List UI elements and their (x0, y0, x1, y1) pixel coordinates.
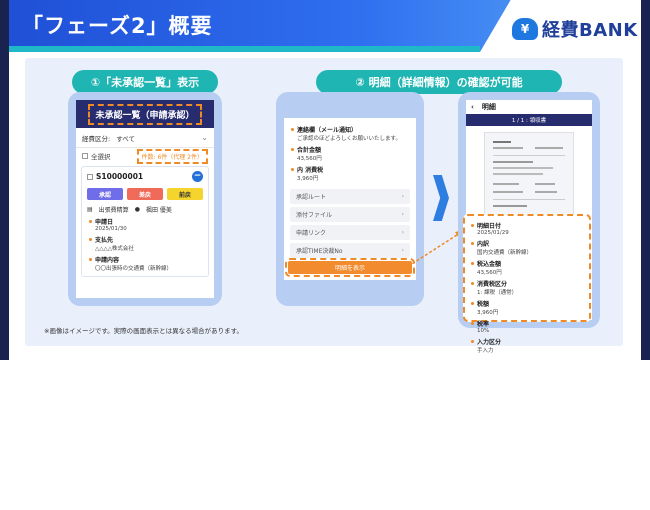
approval-route-link[interactable]: 承認ルート › (290, 189, 410, 204)
application-card[interactable]: S10000001 − 承認 差戻 前戻 ▤ 出張費精算 ● 楓田 優美 申請日… (81, 166, 209, 277)
header-accent-stripe (0, 46, 480, 52)
field-value: 43,560円 (297, 156, 322, 162)
card-meta: ▤ 出張費精算 ● 楓田 優美 (87, 205, 203, 214)
field-label: 入力区分 (477, 339, 502, 346)
field-label: 税込金額 (477, 261, 502, 268)
field-value: ご承認のほどよろしくお願いいたします。 (297, 136, 401, 142)
action-buttons: 承認 差戻 前戻 (87, 188, 203, 200)
page-indicator: 1 / 1 : 領収書 (466, 114, 592, 126)
attachment-link[interactable]: 添付ファイル › (290, 207, 410, 222)
person-icon: ● (134, 206, 140, 213)
slide: 「フェーズ2」概要 ¥ 経費BANK ①「未承認一覧」表示 ② 明細（詳細情報）… (0, 0, 650, 360)
field-value: 43,560円 (477, 270, 502, 276)
frame-right (641, 0, 650, 360)
field-item: 合計金額 43,560円 (289, 145, 411, 162)
select-all-checkbox[interactable] (82, 153, 88, 159)
back-icon[interactable]: ‹ (471, 103, 474, 111)
step2-label: ② 明細（詳細情報）の確認が可能 (316, 70, 562, 94)
select-all-label: 全選択 (91, 153, 111, 161)
field-label: 消費税区分 (477, 281, 508, 288)
filter-label: 経費区分: (82, 134, 111, 143)
document-icon: ▤ (87, 206, 93, 213)
reject-button[interactable]: 差戻 (127, 188, 163, 200)
field-item: 申請日 2025/01/30 (87, 217, 203, 232)
field-item: 税率 10% (469, 319, 585, 334)
count-badge: 件数: 6件（代理 2件） (136, 148, 208, 164)
phone-unapproved-list: 未承認一覧（申請承認） 経費区分: すべて ⌄ 全選択 件数: 6件（代理 2件… (68, 92, 222, 306)
approve-button[interactable]: 承認 (87, 188, 123, 200)
field-value: 3,960円 (297, 176, 319, 182)
frame-left (0, 0, 9, 360)
field-label: 合計金額 (297, 147, 322, 154)
chevron-right-icon: › (401, 211, 404, 218)
decision-no-link[interactable]: 承認TIME決裁No › (290, 243, 410, 258)
yen-cloud-icon: ¥ (512, 18, 538, 40)
chevron-down-icon: ⌄ (201, 133, 208, 142)
field-label: 申請日 (95, 219, 114, 226)
field-label: 税額 (477, 301, 490, 308)
card-header: S10000001 − (87, 171, 203, 182)
applicant-name: 楓田 優美 (145, 207, 172, 214)
field-label: 内訳 (477, 241, 490, 248)
field-label: 内 消費税 (297, 167, 324, 174)
field-item: 内 消費税 3,960円 (289, 165, 411, 182)
field-value: 国内交通費（新幹線） (477, 250, 533, 256)
select-all-row: 全選択 件数: 6件（代理 2件） (76, 148, 214, 164)
link-label: 申請リンク (296, 230, 327, 237)
field-label: 支払先 (95, 237, 114, 244)
application-id: S10000001 (96, 172, 144, 181)
disclaimer-note: ※画像はイメージです。実際の画面表示とは異なる場合があります。 (44, 327, 244, 335)
slide-title: 「フェーズ2」概要 (22, 14, 213, 38)
field-list: 連絡欄（メール通知） ご承認のほどよろしくお願いいたします。 合計金額 43,5… (284, 125, 416, 182)
field-item: 連絡欄（メール通知） ご承認のほどよろしくお願いいたします。 (289, 125, 411, 142)
field-item: 支払先 △△△△株式会社 (87, 235, 203, 252)
detail-header: ‹ 明細 (466, 100, 592, 114)
field-item: 税額 3,960円 (469, 299, 585, 316)
connector-line (403, 232, 461, 270)
field-item: 消費税区分 1: 課税（通常） (469, 279, 585, 296)
field-label: 税率 (477, 321, 490, 328)
field-value: 2025/01/30 (95, 226, 127, 232)
field-item: 入力区分 手入力 (469, 337, 585, 354)
brand-name: 経費BANK (542, 20, 638, 41)
link-label: 承認TIME決裁No (296, 248, 343, 255)
field-value: 3,960円 (477, 310, 499, 316)
field-label: 申請内容 (95, 257, 120, 264)
filter-value: すべて (116, 134, 135, 143)
brand-logo: ¥ 経費BANK (512, 16, 638, 42)
chevron-right-icon: › (401, 193, 404, 200)
phone-screen: 未承認一覧（申請承認） 経費区分: すべて ⌄ 全選択 件数: 6件（代理 2件… (76, 100, 214, 298)
show-detail-button[interactable]: 明細を表示 (285, 258, 415, 277)
detail-title: 明細 (481, 103, 496, 111)
screen-title: 未承認一覧（申請承認） (88, 103, 202, 125)
field-value: △△△△株式会社 (95, 246, 134, 252)
field-item: 申請内容 〇〇出張時の交通費（新幹線） (87, 255, 203, 272)
field-item: 明細日付 2025/01/29 (469, 221, 585, 236)
collapse-icon[interactable]: − (192, 171, 203, 182)
filter-select[interactable]: 経費区分: すべて ⌄ (76, 128, 214, 148)
field-label: 明細日付 (477, 223, 502, 230)
return-button[interactable]: 前戻 (167, 188, 203, 200)
phone-screen: 連絡欄（メール通知） ご承認のほどよろしくお願いいたします。 合計金額 43,5… (284, 118, 416, 280)
field-value: 手入力 (477, 348, 494, 354)
field-item: 内訳 国内交通費（新幹線） (469, 239, 585, 256)
category-text: 出張費精算 (98, 207, 129, 214)
link-label: 添付ファイル (296, 212, 333, 219)
step1-label: ①「未承認一覧」表示 (72, 70, 218, 94)
nav-bar: 未承認一覧（申請承認） (76, 100, 214, 128)
detail-info-box: 明細日付 2025/01/29 内訳 国内交通費（新幹線） 税込金額 43,56… (463, 214, 591, 354)
field-value: 10% (477, 328, 490, 334)
link-label: 承認ルート (296, 194, 327, 201)
field-value: 〇〇出張時の交通費（新幹線） (95, 266, 173, 272)
card-checkbox[interactable] (87, 173, 93, 180)
application-link[interactable]: 申請リンク › (290, 225, 410, 240)
field-value: 2025/01/29 (477, 230, 509, 236)
field-value: 1: 課税（通常） (477, 290, 518, 296)
field-label: 連絡欄（メール通知） (297, 127, 358, 134)
field-item: 税込金額 43,560円 (469, 259, 585, 276)
